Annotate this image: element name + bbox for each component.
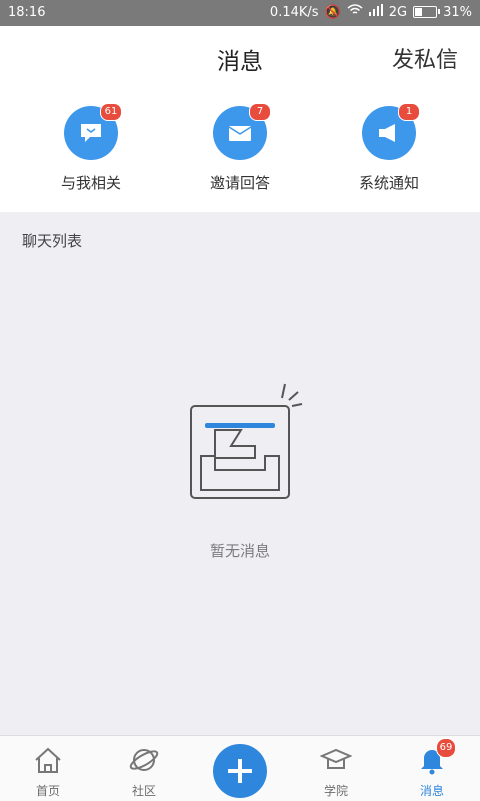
header: 消息 发私信 xyxy=(0,26,480,90)
chat-bubble-icon: 61 xyxy=(64,103,122,160)
tab-messages[interactable]: 69 消息 xyxy=(384,738,480,799)
bell-icon: 69 xyxy=(416,738,456,776)
tab-home[interactable]: 首页 xyxy=(0,744,96,799)
tab-community[interactable]: 社区 xyxy=(96,744,192,799)
tab-label: 社区 xyxy=(131,784,156,798)
signal-icon xyxy=(368,4,383,20)
network-speed: 0.14K/s xyxy=(269,4,319,20)
badge-count: 1 xyxy=(398,103,420,121)
wifi-icon xyxy=(347,4,363,20)
shortcut-invite-answer[interactable]: 7 邀请回答 xyxy=(170,103,310,193)
megaphone-icon: 1 xyxy=(362,103,420,160)
status-time: 18:16 xyxy=(8,5,46,20)
graduation-cap-icon xyxy=(319,744,353,776)
tab-label: 消息 xyxy=(419,784,444,798)
planet-icon xyxy=(128,744,160,776)
empty-state xyxy=(0,380,480,514)
bottom-tab-bar: 首页 社区 学院 69 消息 xyxy=(0,735,480,801)
shortcut-system-notice[interactable]: 1 系统通知 xyxy=(319,103,459,193)
status-bar: 18:16 0.14K/s 🔕 2G 31% xyxy=(0,0,480,26)
message-shortcuts: 61 与我相关 7 邀请回答 1 系统通知 xyxy=(0,90,480,212)
shortcut-related-to-me[interactable]: 61 与我相关 xyxy=(21,103,161,193)
shortcut-label: 与我相关 xyxy=(60,174,121,192)
empty-inbox-icon xyxy=(190,383,303,499)
add-post-button[interactable] xyxy=(213,744,267,798)
status-right: 0.14K/s 🔕 2G 31% xyxy=(270,4,472,20)
tab-label: 学院 xyxy=(323,784,348,798)
chat-list-heading: 聊天列表 xyxy=(22,232,83,250)
shortcut-label: 系统通知 xyxy=(358,174,419,192)
mute-bell-icon: 🔕 xyxy=(324,4,341,20)
badge-count: 69 xyxy=(436,738,456,758)
shortcut-label: 邀请回答 xyxy=(209,174,270,192)
badge-count: 61 xyxy=(100,103,122,121)
empty-message: 暂无消息 xyxy=(209,542,270,560)
battery-icon xyxy=(413,6,441,18)
envelope-icon: 7 xyxy=(213,103,271,160)
home-icon xyxy=(32,744,64,776)
badge-count: 7 xyxy=(249,103,271,121)
tab-label: 首页 xyxy=(35,784,60,798)
battery-percent: 31% xyxy=(443,4,472,20)
tab-academy[interactable]: 学院 xyxy=(288,744,384,799)
signal-type: 2G xyxy=(388,4,408,20)
send-private-message-button[interactable]: 发私信 xyxy=(392,42,458,74)
